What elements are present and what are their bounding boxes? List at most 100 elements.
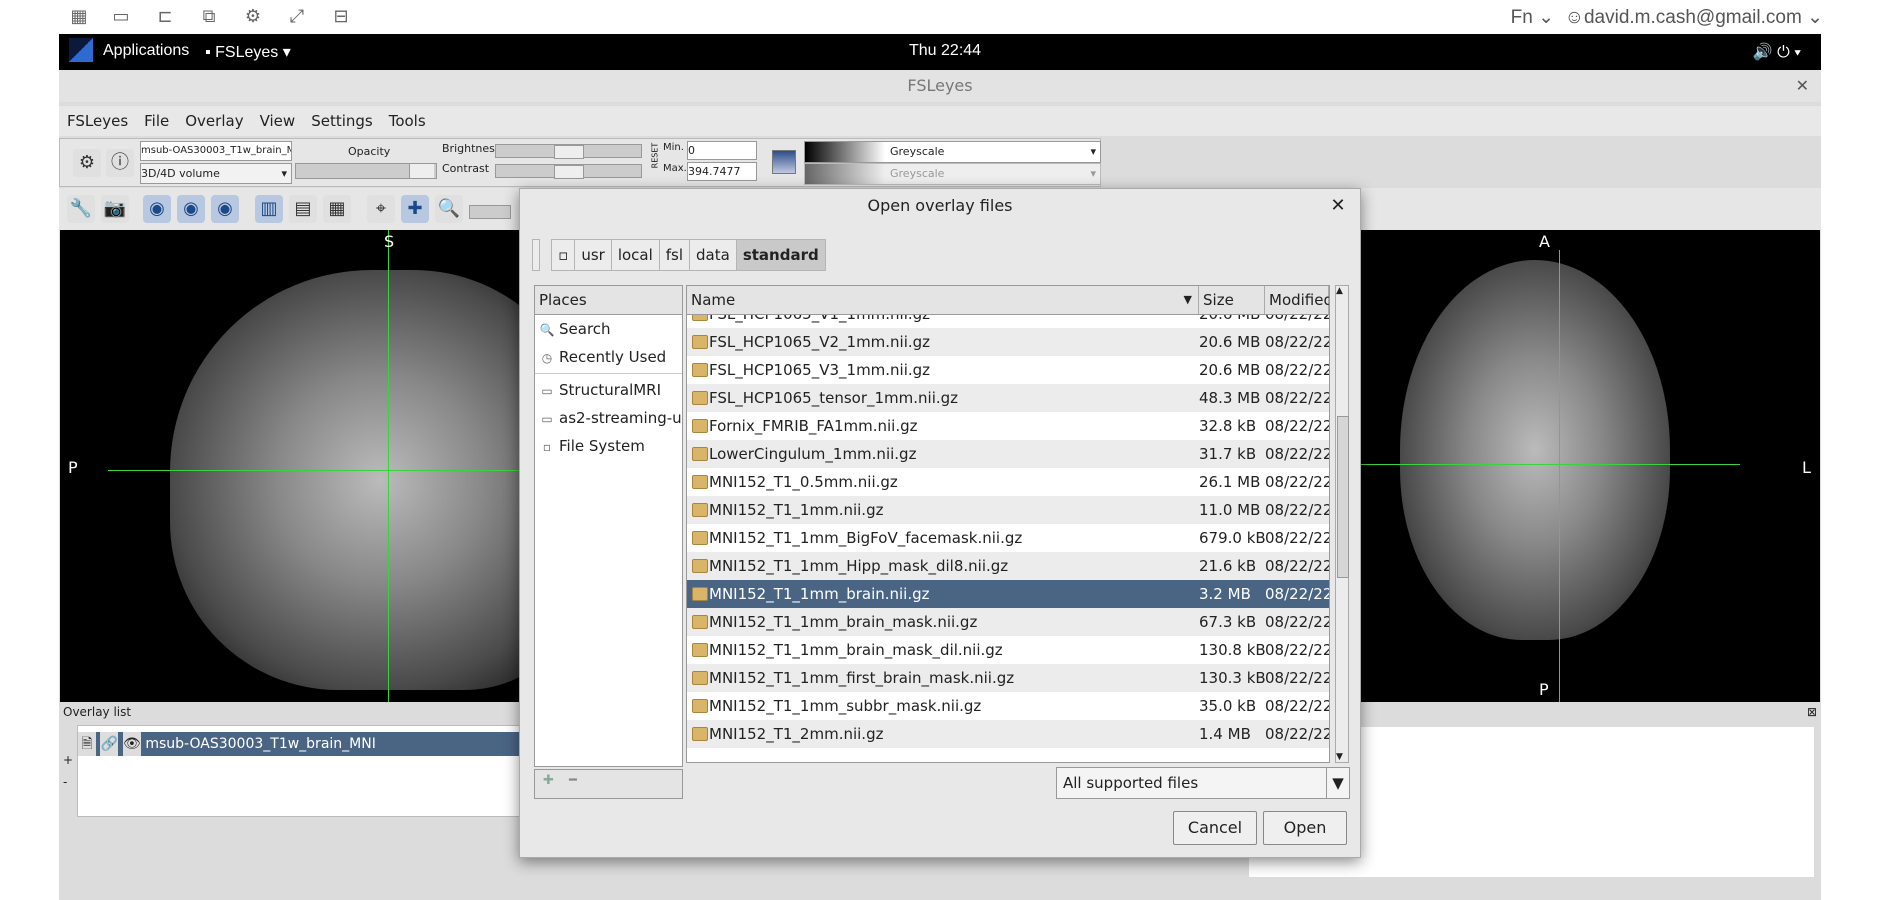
breadcrumb-scroll-left[interactable] xyxy=(532,239,540,271)
root-drive-icon[interactable]: ▫ xyxy=(551,239,576,271)
file-row[interactable]: Fornix_FMRIB_FA1mm.nii.gz 32.8 kB 08/22/22 xyxy=(687,412,1329,440)
file-row[interactable]: MNI152_T1_1mm.nii.gz 11.0 MB 08/22/22 xyxy=(687,496,1329,524)
file-row[interactable]: MNI152_T1_1mm_first_brain_mask.nii.gz 130… xyxy=(687,664,1329,692)
contrast-slider[interactable] xyxy=(495,164,642,179)
menu-settings[interactable]: Settings xyxy=(303,106,381,136)
opacity-slider[interactable] xyxy=(295,163,437,179)
file-row[interactable]: MNI152_T1_0.5mm.nii.gz 26.1 MB 08/22/22 xyxy=(687,468,1329,496)
file-row[interactable]: FSL_HCP1065_tensor_1mm.nii.gz 48.3 MB 08/2… xyxy=(687,384,1329,412)
camera-icon[interactable]: 📷 xyxy=(101,195,129,223)
window-close-button[interactable]: ✕ xyxy=(1796,70,1809,102)
file-row[interactable]: MNI152_T1_1mm_Hipp_mask_dil8.nii.gz 21.6 … xyxy=(687,552,1329,580)
menu-file[interactable]: File xyxy=(136,106,177,136)
file-size: 130.8 kB xyxy=(1199,641,1266,659)
place-recent[interactable]: ◷ Recently Used xyxy=(535,343,682,371)
crosshair-icon[interactable]: ✚ xyxy=(401,195,429,223)
greyscale-swatch-disabled xyxy=(805,164,885,184)
language-indicator[interactable]: Fn xyxy=(1511,7,1533,28)
column-size-header[interactable]: Size xyxy=(1199,286,1265,314)
file-type-filter[interactable]: All supported files ▼ xyxy=(1056,767,1350,799)
zoom-icon[interactable]: 🔍 xyxy=(435,195,463,223)
overlay-type-select[interactable]: 3D/4D volume ▾ xyxy=(140,163,292,184)
grid-layout-icon[interactable]: ▦ xyxy=(323,195,351,223)
file-row[interactable]: MNI152_T1_1mm_subbr_mask.nii.gz 35.0 kB 08… xyxy=(687,692,1329,720)
fullscreen-icon[interactable]: ⤢ xyxy=(284,4,310,30)
brightness-slider[interactable] xyxy=(495,144,642,159)
scroll-down-icon[interactable]: ▼ xyxy=(1336,752,1343,762)
place-search[interactable]: 🔍 Search xyxy=(535,315,682,343)
breadcrumb-local[interactable]: local xyxy=(610,239,660,271)
place-as2-streaming[interactable]: ▭ as2-streaming-u... xyxy=(535,404,682,432)
axial-view-icon[interactable]: ◉ xyxy=(211,195,239,223)
display-icon[interactable]: ⊟ xyxy=(328,4,354,30)
column-name-header[interactable]: Name ▼ xyxy=(687,286,1199,314)
panels-icon[interactable]: ▭ xyxy=(108,4,134,30)
dialog-close-icon[interactable]: ✕ xyxy=(1328,189,1348,223)
applications-menu[interactable]: Applications xyxy=(103,42,189,60)
max-field[interactable]: 394.7477 xyxy=(687,162,757,181)
breadcrumb-data[interactable]: data xyxy=(689,239,737,271)
clock[interactable]: Thu 22:44 xyxy=(909,42,981,60)
file-row[interactable]: FSL_HCP1065_V2_1mm.nii.gz 20.6 MB 08/22/22 xyxy=(687,328,1329,356)
breadcrumb-fsl[interactable]: fsl xyxy=(658,239,691,271)
eye-icon[interactable]: 👁 xyxy=(122,732,141,756)
breadcrumb-usr[interactable]: usr xyxy=(574,239,612,271)
breadcrumb-standard[interactable]: standard xyxy=(735,239,826,271)
menu-tools[interactable]: Tools xyxy=(381,106,434,136)
link-icon[interactable]: 🔗 xyxy=(100,732,119,756)
column-modified-header[interactable]: Modified xyxy=(1265,286,1329,314)
grid-icon[interactable]: ▦ xyxy=(66,4,92,30)
system-tray[interactable]: 🔊 ⏻ ▾ xyxy=(1753,42,1801,62)
reset-button[interactable]: RESET xyxy=(650,143,659,169)
menu-fsleyes[interactable]: FSLeyes xyxy=(59,106,136,136)
reset-zoom-icon[interactable]: ⌖ xyxy=(367,195,395,223)
file-row[interactable]: MNI152_T1_1mm_brain.nii.gz 3.2 MB 08/22/22 xyxy=(687,580,1329,608)
link-range-icon[interactable] xyxy=(772,150,796,174)
cancel-button[interactable]: Cancel xyxy=(1173,811,1257,845)
file-icon xyxy=(692,503,708,517)
file-row[interactable]: LowerCingulum_1mm.nii.gz 31.7 kB 08/22/22 xyxy=(687,440,1329,468)
clipboard-icon[interactable]: ⧉ xyxy=(196,4,222,30)
overlay-name-field[interactable]: msub-OAS30003_T1w_brain_M xyxy=(140,141,292,161)
file-row[interactable]: MNI152_T1_1mm_brain_mask_dil.nii.gz 130.8… xyxy=(687,636,1329,664)
scroll-up-icon[interactable]: ▲ xyxy=(1336,286,1343,296)
file-row[interactable]: MNI152_T1_2mm.nii.gz 1.4 MB 08/22/22 xyxy=(687,720,1329,748)
file-icon xyxy=(692,615,708,629)
file-modified: 08/22/22 xyxy=(1265,557,1330,575)
gear-icon[interactable]: ⚙ xyxy=(73,149,101,177)
horizontal-layout-icon[interactable]: ▥ xyxy=(255,195,283,223)
account-name[interactable]: david.m.cash@gmail.com xyxy=(1584,7,1802,28)
menu-overlay[interactable]: Overlay xyxy=(177,106,251,136)
scroll-thumb[interactable] xyxy=(1337,416,1349,578)
sagittal-view-icon[interactable]: ◉ xyxy=(143,195,171,223)
remove-bookmark-button[interactable]: ━ xyxy=(569,773,577,788)
vertical-layout-icon[interactable]: ▤ xyxy=(289,195,317,223)
app-menu[interactable]: ▪ FSLeyes ▾ xyxy=(205,42,291,62)
gear-icon[interactable]: ⚙ xyxy=(240,4,266,30)
zoom-slider[interactable] xyxy=(469,205,511,219)
open-button[interactable]: Open xyxy=(1263,811,1347,845)
file-name: MNI152_T1_1mm_brain.nii.gz xyxy=(709,585,930,603)
min-field[interactable]: 0 xyxy=(687,141,757,160)
folder-open-icon[interactable]: ⊏ xyxy=(152,4,178,30)
file-size: 35.0 kB xyxy=(1199,697,1257,715)
save-icon[interactable]: 🗎 xyxy=(78,732,96,756)
remove-overlay-button[interactable]: - xyxy=(63,775,67,789)
file-row[interactable]: FSL_HCP1065_V3_1mm.nii.gz 20.6 MB 08/22/22 xyxy=(687,356,1329,384)
add-overlay-button[interactable]: + xyxy=(63,753,73,767)
colormap-select[interactable]: Greyscale ▾ xyxy=(804,141,1101,163)
coronal-view-icon[interactable]: ◉ xyxy=(177,195,205,223)
close-panel-icon[interactable]: ⊠ xyxy=(1807,705,1817,719)
file-list-scrollbar[interactable]: ▲ ▼ xyxy=(1335,285,1349,763)
file-row[interactable]: MNI152_T1_1mm_BigFoV_facemask.nii.gz 679.… xyxy=(687,524,1329,552)
file-row[interactable]: MNI152_T1_1mm_brain_mask.nii.gz 67.3 kB 08… xyxy=(687,608,1329,636)
axial-label-top: A xyxy=(1539,232,1550,251)
place-file-system[interactable]: ▫ File System xyxy=(535,432,682,460)
place-structuralmri[interactable]: ▭ StructuralMRI xyxy=(535,376,682,404)
wrench-icon[interactable]: 🔧 xyxy=(67,195,95,223)
viewer-account-area[interactable]: Fn ⌄ ☺david.m.cash@gmail.com ⌄ xyxy=(1511,6,1823,29)
info-icon[interactable]: ⓘ xyxy=(106,149,134,177)
add-bookmark-button[interactable]: ✚ xyxy=(543,773,554,788)
colormap-value: Greyscale xyxy=(890,145,945,158)
menu-view[interactable]: View xyxy=(252,106,304,136)
